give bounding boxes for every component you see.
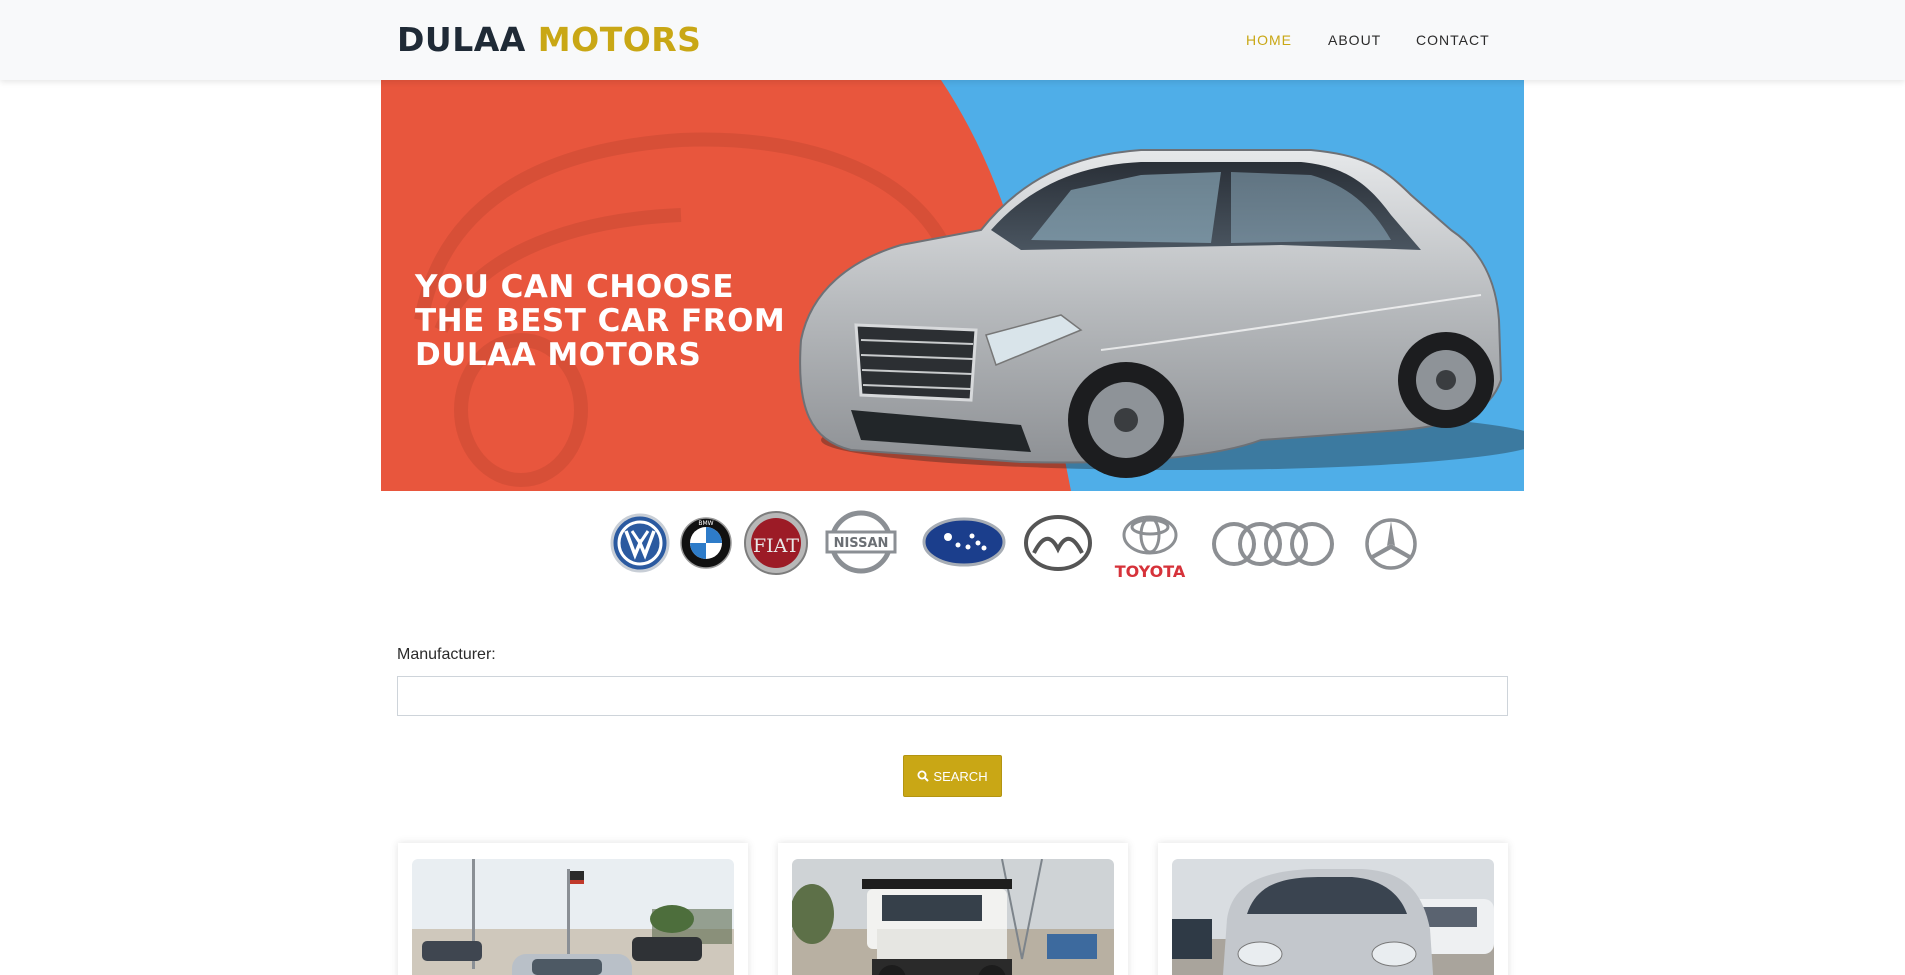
hero-banner: YOU CAN CHOOSE THE BEST CAR FROM DULAA M…	[381, 80, 1524, 491]
volkswagen-logo-icon[interactable]	[610, 513, 670, 573]
car-card[interactable]	[1158, 843, 1508, 975]
nav-about[interactable]: ABOUT	[1328, 31, 1381, 49]
toyota-text: TOYOTA	[1115, 562, 1186, 581]
manufacturer-label: Manufacturer:	[397, 646, 496, 663]
banner-line-2: THE BEST CAR FROM	[415, 303, 786, 339]
fiat-logo-icon[interactable]: FIAT	[743, 510, 809, 576]
banner-headline: YOU CAN CHOOSE THE BEST CAR FROM DULAA M…	[415, 270, 815, 372]
mazda-logo-icon[interactable]	[1024, 515, 1092, 571]
mercedes-logo-icon[interactable]	[1364, 517, 1418, 571]
toyota-logo-icon[interactable]: TOYOTA	[1110, 513, 1190, 583]
bmw-logo-icon[interactable]: BMW	[680, 517, 732, 569]
search-button[interactable]: SEARCH	[903, 755, 1002, 797]
manufacturer-input[interactable]	[397, 676, 1508, 716]
nissan-text: NISSAN	[834, 536, 889, 551]
car-photo[interactable]	[412, 859, 734, 975]
banner-line-1: YOU CAN CHOOSE	[415, 269, 735, 305]
car-photo[interactable]	[1172, 859, 1494, 975]
brand-part-1: DULAA	[397, 20, 526, 59]
brand-part-2: MOTORS	[537, 20, 702, 59]
fiat-text: FIAT	[753, 535, 799, 557]
bmw-text: BMW	[698, 520, 713, 527]
nav-contact[interactable]: CONTACT	[1416, 31, 1490, 49]
nav-home[interactable]: HOME	[1246, 31, 1292, 49]
brand-logo[interactable]: DULAA MOTORS	[397, 20, 701, 60]
navbar: DULAA MOTORS HOME ABOUT CONTACT	[0, 0, 1905, 80]
car-card[interactable]	[778, 843, 1128, 975]
audi-logo-icon[interactable]	[1210, 519, 1338, 569]
search-button-label: SEARCH	[933, 768, 988, 784]
brand-logos-strip: BMW FIAT NISSAN TOYOTA	[610, 505, 1430, 585]
nissan-logo-icon[interactable]: NISSAN	[824, 510, 898, 574]
search-icon	[917, 770, 930, 782]
car-card[interactable]	[398, 843, 748, 975]
banner-line-3: DULAA MOTORS	[415, 337, 702, 373]
subaru-logo-icon[interactable]	[922, 517, 1006, 567]
car-photo[interactable]	[792, 859, 1114, 975]
